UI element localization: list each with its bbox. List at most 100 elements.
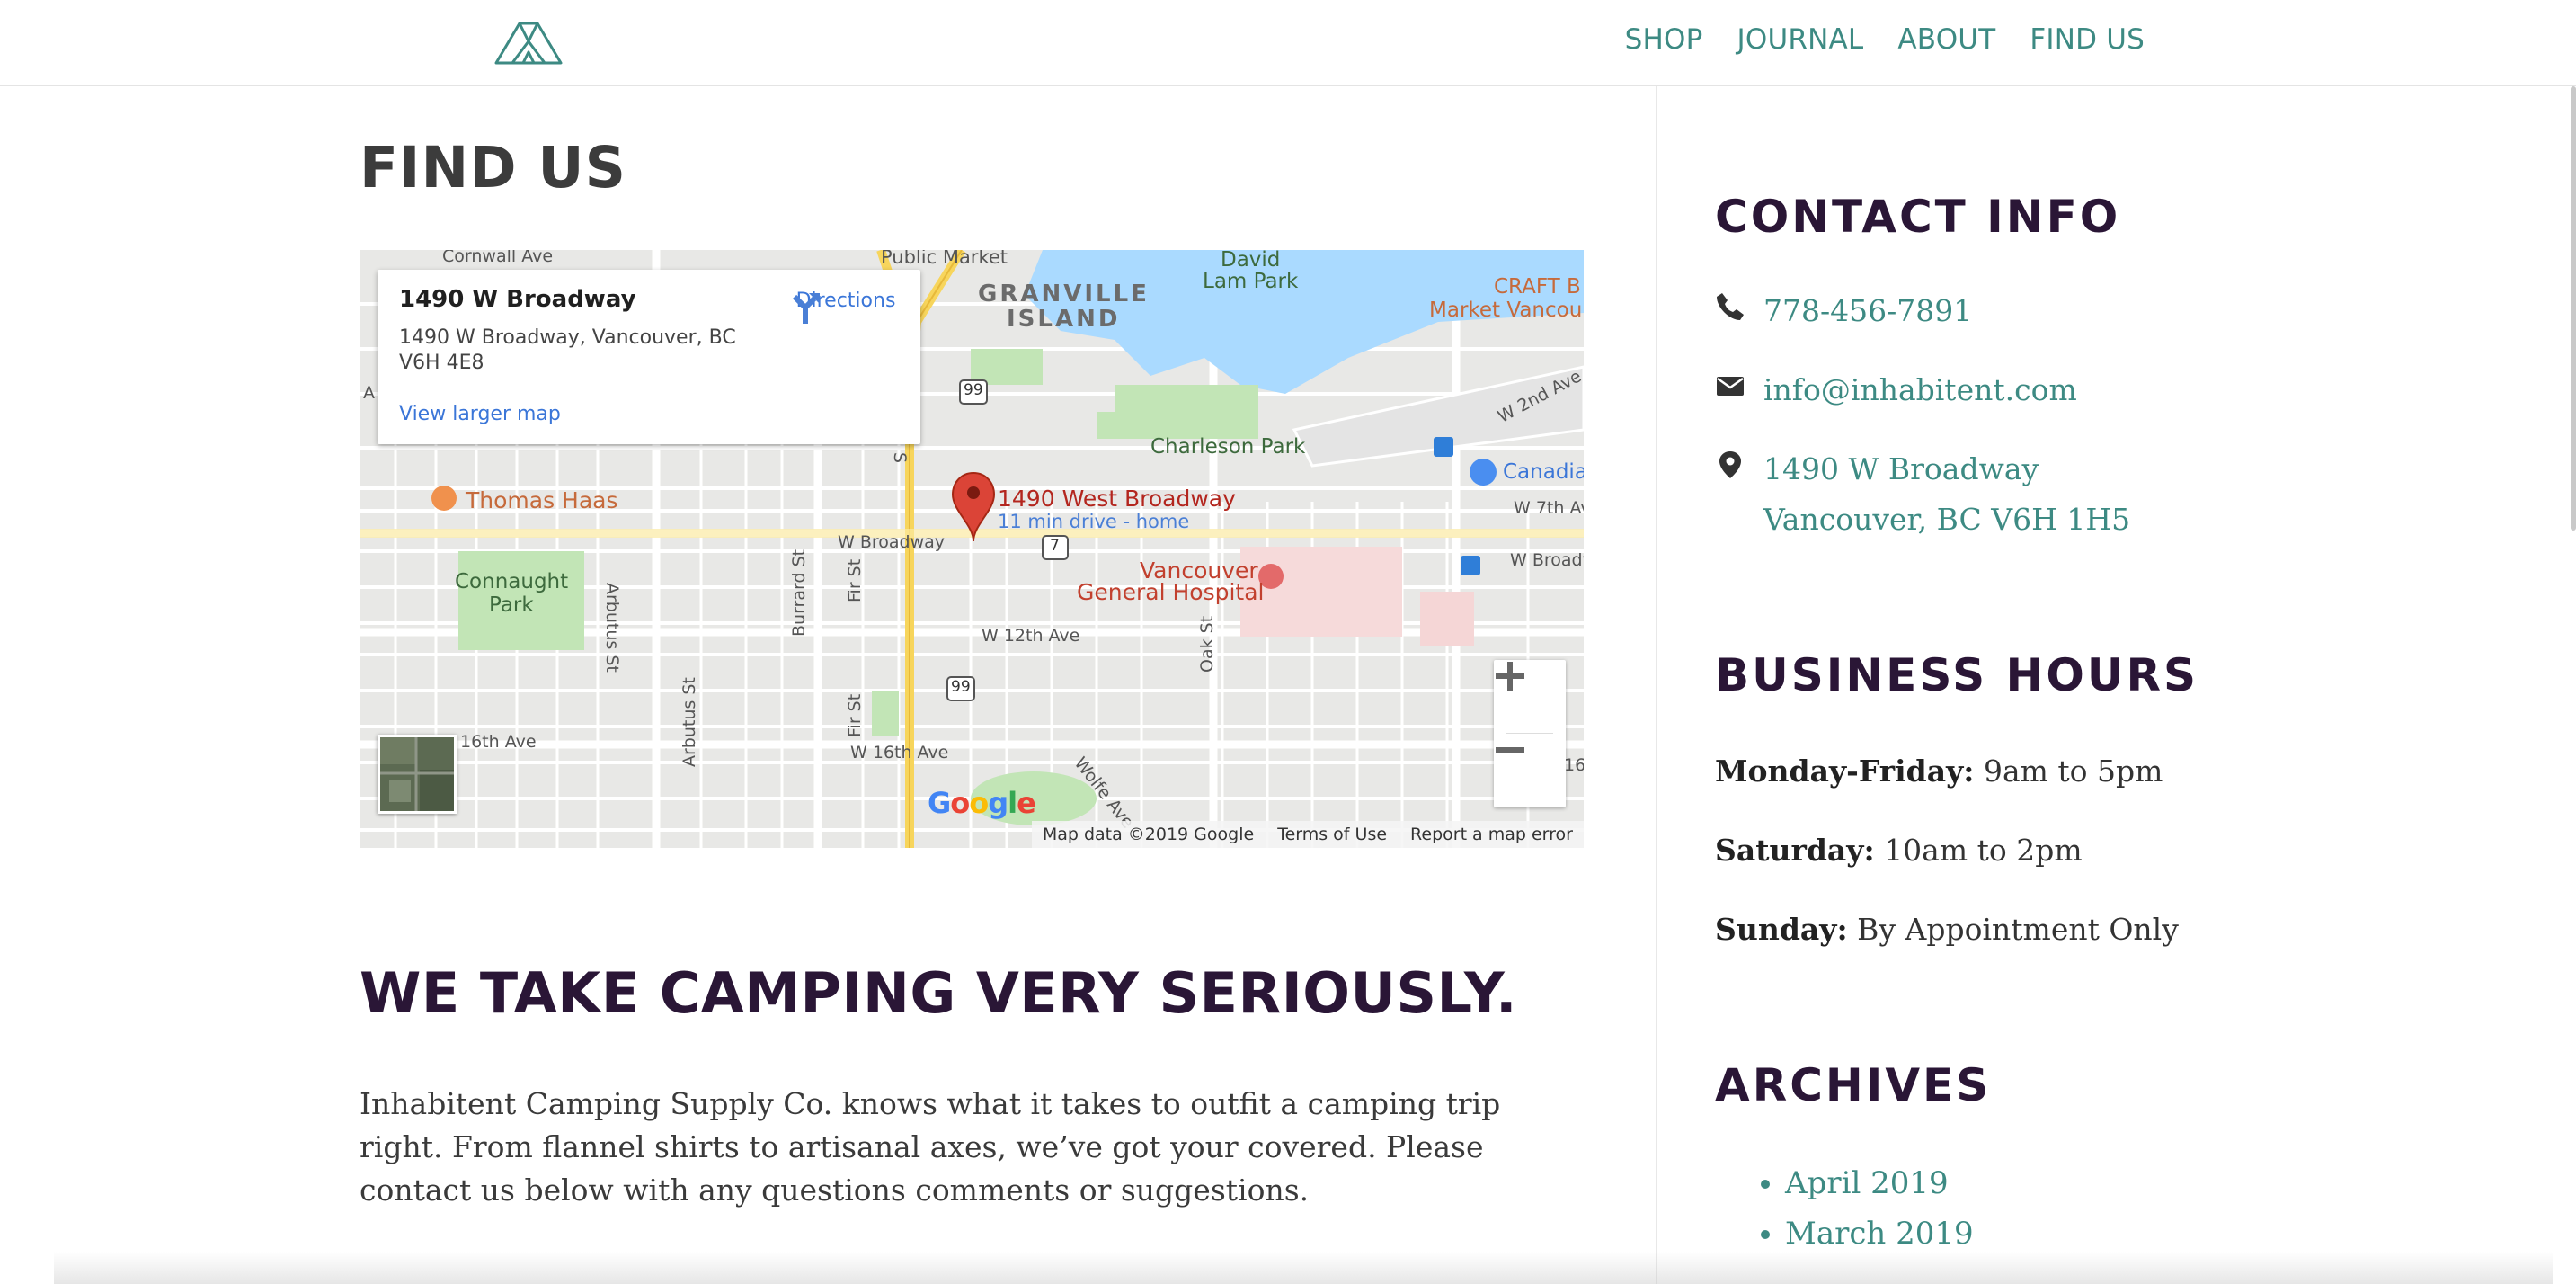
map-data-credit: Map data ©2019 Google [1042, 825, 1255, 844]
map-label: W 7th Av [1514, 498, 1584, 518]
archive-link-march-2019[interactable]: March 2019 [1785, 1216, 1974, 1252]
nav-journal[interactable]: JOURNAL [1737, 23, 1864, 56]
satellite-thumbnail-icon [380, 737, 454, 811]
tent-logo-icon[interactable] [493, 16, 564, 67]
archive-link-april-2019[interactable]: April 2019 [1785, 1165, 1949, 1201]
phone-link[interactable]: 778-456-7891 [1763, 286, 1972, 336]
map-label: 16th Ave [460, 732, 537, 752]
map-label: Cornwall Ave [442, 250, 554, 266]
map-label: Burrard St [789, 548, 809, 637]
page-title: FIND US [360, 135, 626, 201]
map-label: GRANVILLE [978, 281, 1150, 308]
map-label: A [363, 383, 375, 403]
google-logo-letter: o [969, 786, 989, 820]
route-shield-label: 99 [964, 381, 983, 399]
map-label: Lam Park [1203, 270, 1299, 293]
address-line-1[interactable]: 1490 W Broadway [1763, 444, 2130, 495]
list-item: April 2019 [1785, 1158, 1974, 1208]
view-larger-map-link[interactable]: View larger map [399, 403, 561, 425]
scrollbar-thumb[interactable] [2571, 86, 2576, 531]
sidebar-divider [1656, 86, 1657, 1284]
map-label: Market Vancou [1429, 299, 1583, 322]
map-label: Park [489, 593, 534, 617]
hours-row-sunday: Sunday: By Appointment Only [1715, 912, 2179, 947]
archives-list: April 2019 March 2019 [1715, 1158, 1974, 1259]
route-shield-label: 99 [951, 678, 971, 696]
map-label: Connaught [455, 570, 569, 593]
pin-subtitle: 11 min drive - home [998, 511, 1190, 532]
map-label: W Broadway [1510, 550, 1584, 570]
map-label: Arbutus St [602, 583, 622, 673]
phone-icon [1717, 293, 1744, 320]
zoom-out-button[interactable] [1494, 734, 1566, 806]
archives-heading: ARCHIVES [1715, 1059, 1992, 1111]
envelope-icon [1717, 377, 1744, 396]
main-nav: SHOP JOURNAL ABOUT FIND US [1625, 23, 2145, 56]
zoom-in-icon [1496, 662, 1524, 691]
google-logo-letter: g [988, 786, 1008, 820]
pin-title: 1490 West Broadway [998, 486, 1236, 512]
map-label: Charleson Park [1150, 435, 1306, 459]
contact-info-heading: CONTACT INFO [1715, 191, 2121, 243]
google-logo: Google [928, 786, 1036, 820]
hours-row-weekdays: Monday-Friday: 9am to 5pm [1715, 753, 2163, 789]
google-logo-letter: o [950, 786, 970, 820]
bottom-shadow [54, 1252, 2553, 1284]
contact-address: 1490 W Broadway Vancouver, BC V6H 1H5 [1715, 444, 2130, 545]
google-logo-letter: l [1008, 786, 1017, 820]
zoom-out-icon [1496, 747, 1524, 753]
map-pin-icon[interactable] [951, 471, 996, 543]
zoom-controls [1494, 660, 1566, 807]
address-block[interactable]: 1490 W Broadway Vancouver, BC V6H 1H5 [1763, 444, 2130, 545]
map-label: Public Market [881, 250, 1008, 268]
map-label: Fir St [845, 558, 865, 602]
hours-time: 10am to 2pm [1884, 833, 2083, 868]
hours-time: By Appointment Only [1857, 912, 2179, 947]
address-line-2[interactable]: Vancouver, BC V6H 1H5 [1763, 495, 2130, 545]
satellite-toggle[interactable] [378, 735, 457, 814]
report-map-error-link[interactable]: Report a map error [1410, 825, 1573, 844]
nav-shop[interactable]: SHOP [1625, 23, 1703, 56]
route-shield-label: 7 [1050, 537, 1060, 555]
map-label: W Broadway [838, 532, 946, 552]
google-logo-letter: G [928, 786, 951, 820]
map-label: 16 [1564, 755, 1584, 775]
intro-paragraph: Inhabitent Camping Supply Co. knows what… [360, 1086, 1501, 1208]
directions-icon [792, 293, 820, 324]
map-label: S [890, 452, 910, 464]
hours-time: 9am to 5pm [1983, 753, 2163, 789]
map-label: David [1221, 250, 1281, 272]
map-label: General Hospital [1077, 579, 1265, 605]
zoom-in-button[interactable] [1494, 660, 1566, 732]
contact-email: info@inhabitent.com [1715, 365, 2077, 415]
site-header: SHOP JOURNAL ABOUT FIND US [0, 0, 2576, 86]
map-info-card: 1490 W Broadway 1490 W Broadway, Vancouv… [378, 270, 920, 444]
map-label: Arbutus St [680, 677, 699, 767]
hours-row-saturday: Saturday: 10am to 2pm [1715, 833, 2083, 868]
contact-phone: 778-456-7891 [1715, 286, 1972, 336]
map-label: Canadia [1503, 460, 1584, 484]
nav-find-us[interactable]: FIND US [2030, 23, 2145, 56]
hours-day: Saturday: [1715, 833, 1875, 868]
business-hours-heading: BUSINESS HOURS [1715, 649, 2198, 701]
map-marker-icon [1719, 451, 1741, 478]
map-label: W 12th Ave [982, 626, 1080, 646]
google-logo-letter: e [1017, 786, 1036, 820]
email-link[interactable]: info@inhabitent.com [1763, 365, 2077, 415]
map-label: Fir St [845, 693, 865, 737]
nav-about[interactable]: ABOUT [1897, 23, 1995, 56]
map-label: ISLAND [1007, 306, 1121, 333]
terms-of-use-link[interactable]: Terms of Use [1277, 825, 1387, 844]
google-map[interactable]: Cornwall Ave Public Market GRANVILLE ISL… [360, 250, 1584, 848]
directions-button[interactable]: Directions [787, 290, 904, 324]
map-footer: Map data ©2019 Google Terms of Use Repor… [1031, 821, 1584, 848]
hours-day: Sunday: [1715, 912, 1848, 947]
info-card-title: 1490 W Broadway [399, 286, 636, 313]
info-card-address: 1490 W Broadway, Vancouver, BC V6H 4E8 [399, 326, 736, 374]
map-label: W 16th Ave [850, 743, 949, 762]
map-label: CRAFT B [1494, 275, 1581, 299]
map-label: Thomas Haas [466, 487, 618, 513]
tagline-heading: WE TAKE CAMPING VERY SERIOUSLY. [360, 960, 1518, 1026]
map-label: Oak St [1197, 615, 1217, 673]
hours-day: Monday-Friday: [1715, 753, 1975, 789]
